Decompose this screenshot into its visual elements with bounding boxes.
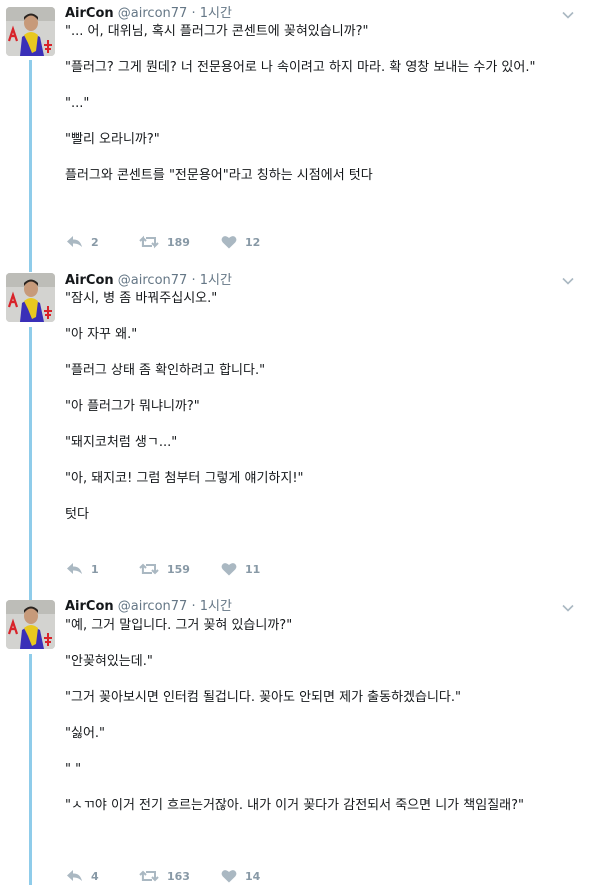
heart-icon bbox=[221, 562, 237, 576]
reply-icon bbox=[66, 235, 83, 249]
like-button[interactable]: 14 bbox=[221, 869, 260, 883]
author-handle[interactable]: @aircon77 bbox=[118, 273, 188, 288]
separator-dot: · bbox=[191, 6, 196, 21]
tweet-paragraph: "빨리 오라니까?" bbox=[65, 132, 160, 147]
tweet-header: AirCon @aircon77 · 1시간 bbox=[65, 272, 232, 289]
avatar-image bbox=[6, 7, 55, 56]
heart-icon bbox=[221, 869, 237, 883]
tweet-paragraph: "아, 돼지코! 그럼 첨부터 그렇게 얘기하지!" bbox=[65, 471, 304, 486]
like-count: 12 bbox=[245, 235, 261, 249]
retweet-button[interactable]: 189 bbox=[139, 235, 221, 249]
tweet-2[interactable]: AirCon @aircon77 · 1시간 "잠시, 병 좀 바꿔주십시오."… bbox=[0, 268, 589, 594]
retweet-count: 159 bbox=[167, 562, 190, 576]
reply-count: 4 bbox=[91, 869, 99, 883]
like-count: 14 bbox=[245, 869, 261, 883]
chevron-down-icon[interactable] bbox=[561, 600, 575, 614]
tweet-1[interactable]: AirCon @aircon77 · 1시간 "... 어, 대위님, 혹시 플… bbox=[0, 0, 589, 268]
thread-line bbox=[29, 60, 32, 268]
tweet-paragraph: "싫어." bbox=[65, 726, 106, 741]
tweet-paragraph: 텃다 bbox=[65, 507, 89, 522]
tweet-text: "... 어, 대위님, 혹시 플러그가 콘센트에 꽂혀있습니까?" "플러그?… bbox=[65, 23, 570, 185]
tweet-header: AirCon @aircon77 · 1시간 bbox=[65, 598, 232, 615]
timestamp[interactable]: 1시간 bbox=[200, 6, 232, 21]
tweet-paragraph: "돼지코처럼 생ㄱ..." bbox=[65, 435, 178, 450]
separator-dot: · bbox=[191, 273, 196, 288]
author-handle[interactable]: @aircon77 bbox=[118, 599, 188, 614]
avatar[interactable] bbox=[6, 600, 55, 649]
tweet-paragraph: "..." bbox=[65, 96, 90, 111]
tweet-3[interactable]: AirCon @aircon77 · 1시간 "예, 그거 말입니다. 그거 꽂… bbox=[0, 594, 589, 885]
author-name[interactable]: AirCon bbox=[65, 599, 114, 614]
tweet-text: "예, 그거 말입니다. 그거 꽂혀 있습니까?" "안꽂혀있는데." "그거 … bbox=[65, 617, 570, 815]
tweet-paragraph: "잠시, 병 좀 바꿔주십시오." bbox=[65, 291, 218, 306]
thread-line bbox=[29, 654, 32, 885]
reply-button[interactable]: 4 bbox=[66, 869, 139, 883]
tweet-text: "잠시, 병 좀 바꿔주십시오." "아 자꾸 왜." "플러그 상태 좀 확인… bbox=[65, 290, 570, 524]
tweet-actions: 1 159 11 bbox=[66, 560, 260, 578]
heart-icon bbox=[221, 235, 237, 249]
retweet-count: 163 bbox=[167, 869, 190, 883]
retweet-count: 189 bbox=[167, 235, 190, 249]
separator-dot: · bbox=[191, 599, 196, 614]
avatar[interactable] bbox=[6, 7, 55, 56]
reply-button[interactable]: 1 bbox=[66, 562, 139, 576]
tweet-header: AirCon @aircon77 · 1시간 bbox=[65, 5, 232, 22]
tweet-paragraph: "안꽂혀있는데." bbox=[65, 654, 153, 669]
timestamp[interactable]: 1시간 bbox=[200, 273, 232, 288]
reply-button[interactable]: 2 bbox=[66, 235, 139, 249]
tweet-paragraph: "아 자꾸 왜." bbox=[65, 327, 138, 342]
like-button[interactable]: 12 bbox=[221, 235, 260, 249]
retweet-icon bbox=[139, 562, 159, 576]
tweet-paragraph: "ㅅㄲ야 이거 전기 흐르는거잖아. 내가 이거 꽂다가 감전되서 죽으면 니가… bbox=[65, 798, 524, 813]
avatar[interactable] bbox=[6, 273, 55, 322]
tweet-actions: 2 189 12 bbox=[66, 233, 260, 251]
like-button[interactable]: 11 bbox=[221, 562, 260, 576]
reply-icon bbox=[66, 562, 83, 576]
avatar-image bbox=[6, 600, 55, 649]
tweet-paragraph: "아 플러그가 뭐냐니까?" bbox=[65, 399, 200, 414]
reply-icon bbox=[66, 869, 83, 883]
tweet-paragraph: "그거 꽂아보시면 인터컴 될겁니다. 꽂아도 안되면 제가 출동하겠습니다." bbox=[65, 690, 461, 705]
chevron-down-icon[interactable] bbox=[561, 7, 575, 21]
tweet-paragraph: 플러그와 콘센트를 "전문용어"라고 칭하는 시점에서 텃다 bbox=[65, 168, 373, 183]
tweet-paragraph: "... 어, 대위님, 혹시 플러그가 콘센트에 꽂혀있습니까?" bbox=[65, 24, 369, 39]
tweet-paragraph: " " bbox=[65, 762, 82, 777]
tweet-paragraph: "플러그 상태 좀 확인하려고 합니다." bbox=[65, 363, 266, 378]
retweet-button[interactable]: 163 bbox=[139, 869, 221, 883]
author-name[interactable]: AirCon bbox=[65, 6, 114, 21]
retweet-icon bbox=[139, 869, 159, 883]
retweet-icon bbox=[139, 235, 159, 249]
like-count: 11 bbox=[245, 562, 261, 576]
tweet-paragraph: "플러그? 그게 뭔데? 너 전문용어로 나 속이려고 하지 마라. 확 영창 … bbox=[65, 60, 536, 75]
thread-line bbox=[29, 268, 32, 272]
tweet-actions: 4 163 14 bbox=[66, 867, 260, 885]
reply-count: 2 bbox=[91, 235, 99, 249]
chevron-down-icon[interactable] bbox=[561, 273, 575, 287]
timestamp[interactable]: 1시간 bbox=[200, 599, 232, 614]
author-name[interactable]: AirCon bbox=[65, 273, 114, 288]
tweet-paragraph: "예, 그거 말입니다. 그거 꽂혀 있습니까?" bbox=[65, 618, 293, 633]
author-handle[interactable]: @aircon77 bbox=[118, 6, 188, 21]
reply-count: 1 bbox=[91, 562, 99, 576]
thread-line bbox=[29, 327, 32, 594]
retweet-button[interactable]: 159 bbox=[139, 562, 221, 576]
avatar-image bbox=[6, 273, 55, 322]
